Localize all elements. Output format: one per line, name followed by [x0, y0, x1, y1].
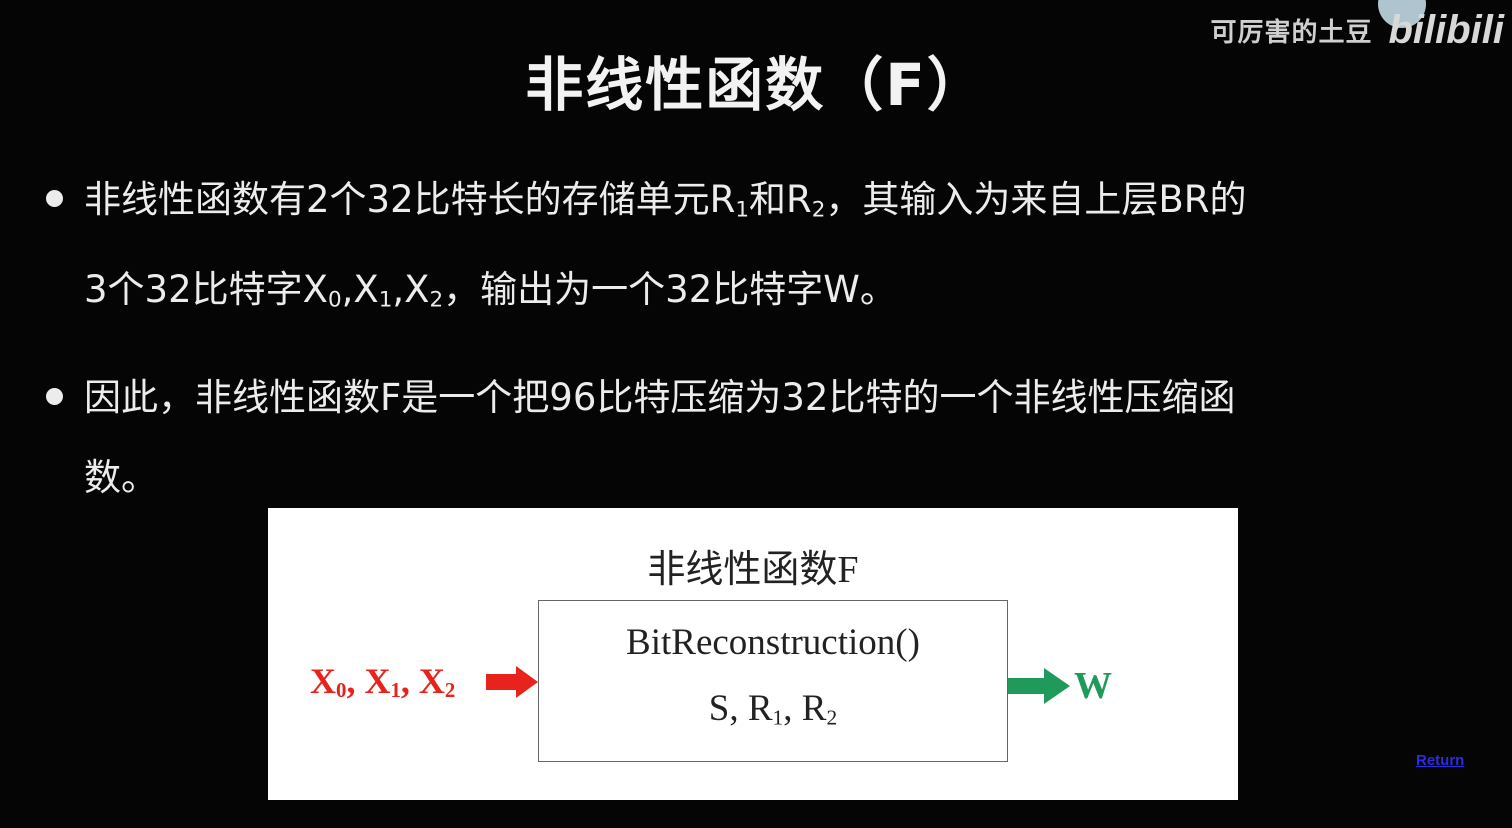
slide-title: 非线性函数（F） [525, 51, 987, 119]
output-arrow-icon [1008, 668, 1070, 704]
box-function-name: BitReconstruction() [626, 622, 920, 663]
output-label: W [1074, 665, 1112, 707]
bullet-item-2: 因此，非线性函数F是一个把96比特压缩为32比特的一个非线性压缩函 数。 [40, 358, 1480, 518]
bullet-dot-icon [46, 190, 63, 207]
bit-reconstruction-box: BitReconstruction() S, R1, R2 [538, 600, 1008, 762]
input-label: X0, X1, X2 [310, 661, 456, 703]
nonlinear-function-diagram: 非线性函数F X0, X1, X2 BitReconstruction() S,… [268, 508, 1238, 800]
bullet-1-line-1: 非线性函数有2个32比特长的存储单元R1和R2，其输入为来自上层BR的 [84, 178, 1247, 223]
bullet-item-1: 非线性函数有2个32比特长的存储单元R1和R2，其输入为来自上层BR的 3个32… [40, 160, 1480, 341]
input-arrow-icon [486, 666, 538, 698]
box-registers: S, R1, R2 [708, 688, 838, 730]
bullet-2-line-2: 数。 [84, 456, 158, 499]
diagram-title: 非线性函数F [647, 549, 859, 591]
bullet-1-line-2: 3个32比特字X0,X1,X2，输出为一个32比特字W。 [84, 268, 897, 313]
return-link[interactable]: Return [1416, 752, 1464, 769]
bullet-2-line-1: 因此，非线性函数F是一个把96比特压缩为32比特的一个非线性压缩函 [84, 376, 1236, 419]
bullet-dot-icon [46, 388, 63, 405]
